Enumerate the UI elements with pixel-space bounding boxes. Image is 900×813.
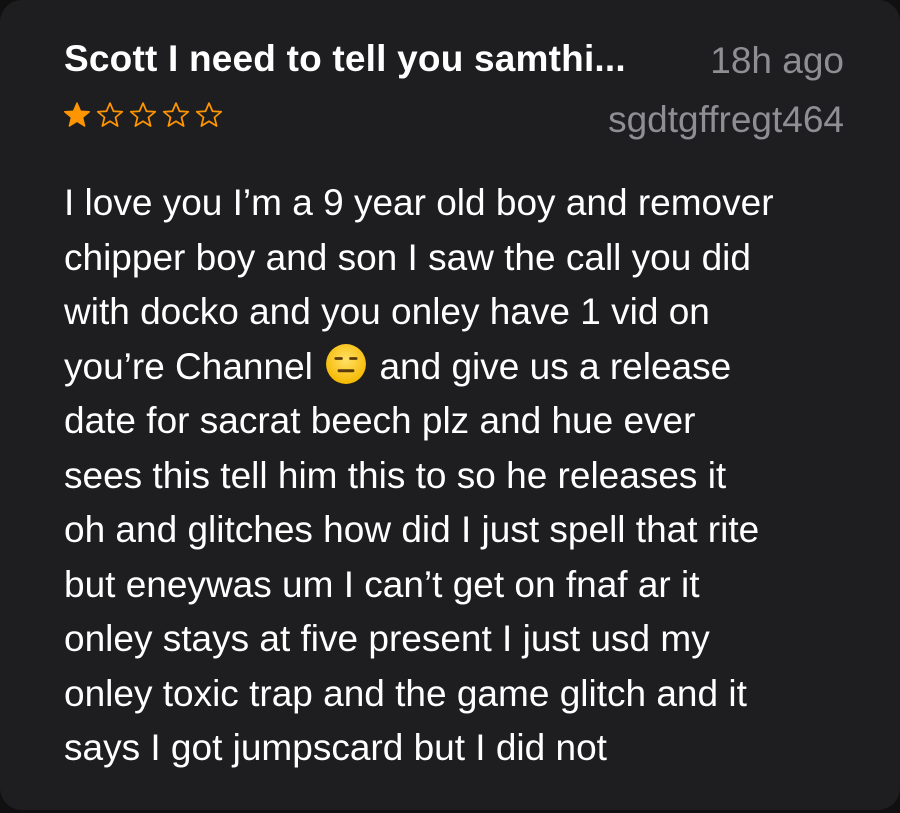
star-rating <box>62 100 224 130</box>
review-author[interactable]: sgdtgffregt464 <box>608 99 844 141</box>
review-body-line-with-emoji: you’re Channel and give us a release <box>64 340 864 395</box>
review-body-line: onley toxic trap and the game glitch and… <box>64 672 747 714</box>
review-card[interactable]: Scott I need to tell you samthi... 18h a… <box>0 0 900 810</box>
review-body-line: onley stays at five present I just usd m… <box>64 618 710 659</box>
review-body-line: says I got jumpscard but I did not <box>64 727 607 768</box>
review-body: I love you I’m a 9 year old boy and remo… <box>64 176 864 776</box>
review-title: Scott I need to tell you samthi... <box>64 38 626 79</box>
review-body-text: you’re Channel <box>64 345 313 387</box>
review-body-line: chipper boy and son I saw the call you d… <box>64 236 751 278</box>
review-timestamp: 18h ago <box>710 40 844 81</box>
star-empty-icon <box>195 102 223 127</box>
star-empty-icon <box>129 102 157 127</box>
review-body-line: I love you I’m a 9 year old boy and remo… <box>64 182 774 223</box>
review-body-line: date for sacrat beech plz and hue ever <box>64 400 696 441</box>
review-body-line: oh and glitches how did I just spell tha… <box>64 509 760 550</box>
review-body-line: sees this tell him this to so he release… <box>64 454 727 496</box>
review-body-text: and give us a release <box>379 345 732 387</box>
review-body-line: but eneywas um I can’t get on fnaf ar it <box>64 563 700 605</box>
review-body-line: with docko and you onley have 1 vid on <box>64 291 710 332</box>
star-empty-icon <box>162 102 190 127</box>
star-filled-icon <box>64 102 90 127</box>
expressionless-face-icon <box>326 343 367 384</box>
star-empty-icon <box>96 102 124 127</box>
